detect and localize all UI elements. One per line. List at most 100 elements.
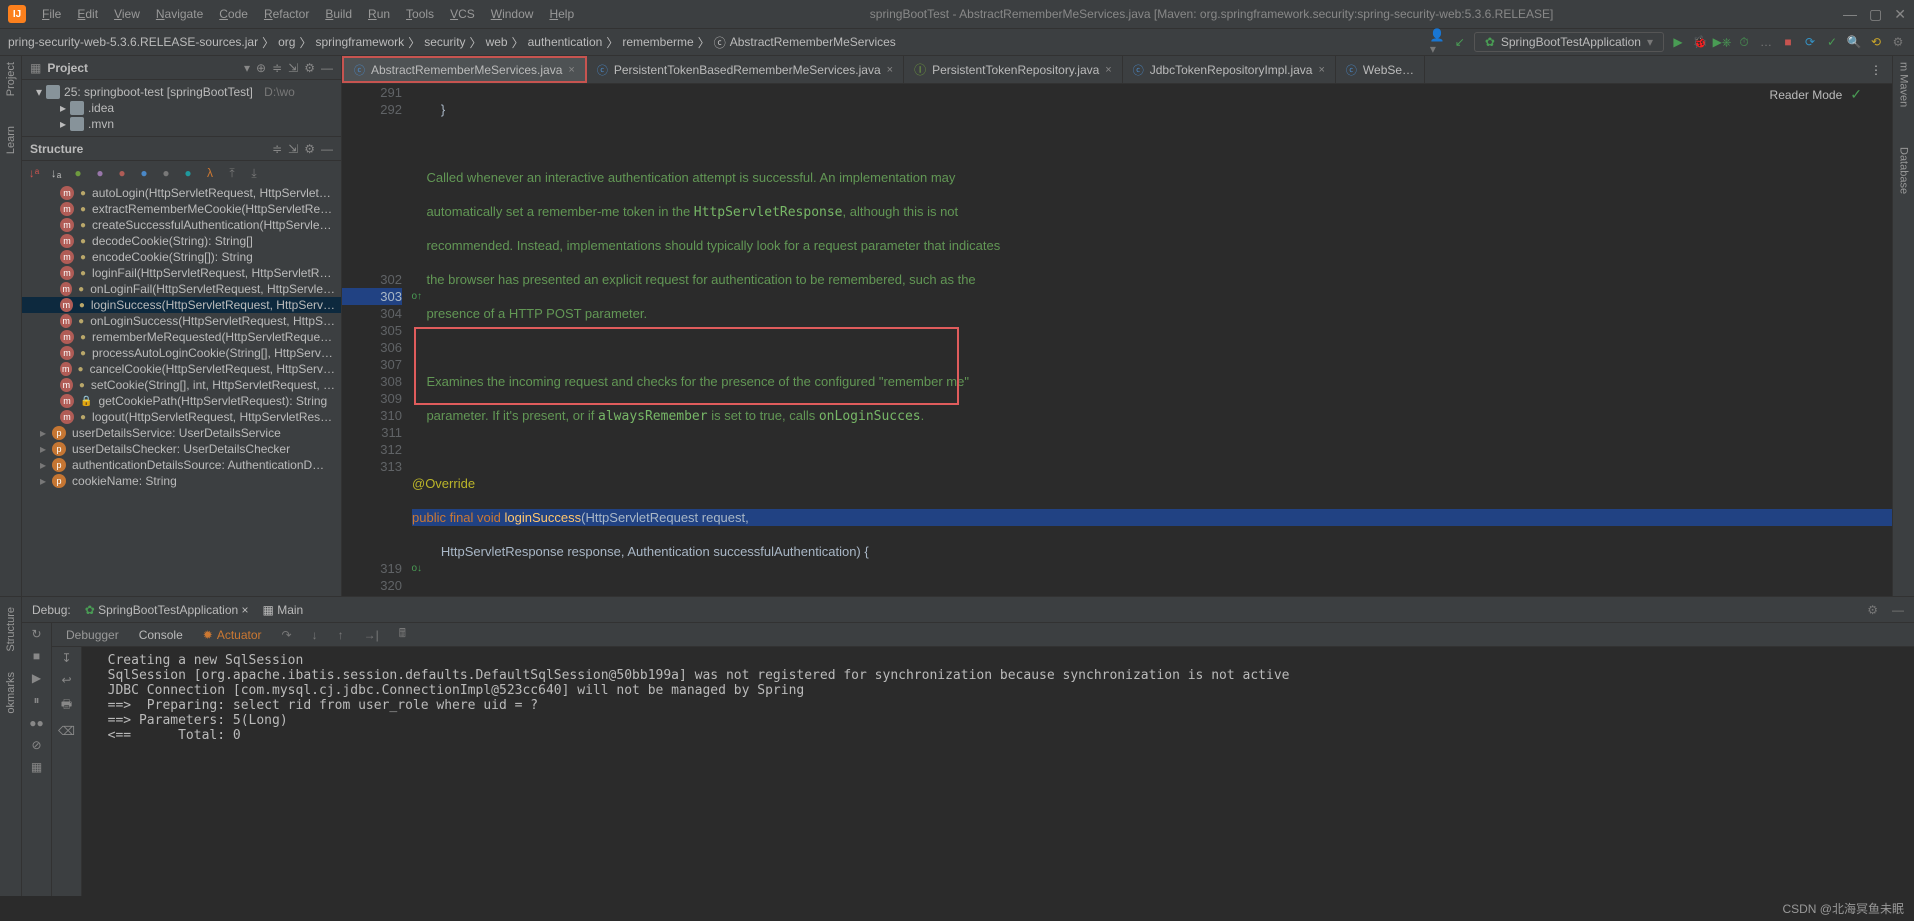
structure-method[interactable]: m●createSuccessfulAuthentication(HttpSer… bbox=[22, 217, 341, 233]
show-methods-icon[interactable]: ● bbox=[114, 165, 130, 181]
run-button[interactable]: ▶ bbox=[1670, 34, 1686, 50]
close-tab-icon[interactable]: × bbox=[1105, 64, 1111, 76]
structure-method[interactable]: m●encodeCookie(String[]): String bbox=[22, 249, 341, 265]
sort-icon[interactable]: ↓ᵃ bbox=[26, 165, 42, 181]
tabs-dropdown[interactable]: ⋮ bbox=[1860, 56, 1892, 83]
source[interactable]: } Called whenever an interactive authent… bbox=[412, 84, 1892, 596]
structure-field[interactable]: ▸pcookieName: String bbox=[22, 473, 341, 489]
print-icon[interactable]: 🖶 bbox=[61, 695, 72, 716]
run-config-selector[interactable]: ✿ SpringBootTestApplication ▾ bbox=[1474, 32, 1664, 52]
rerun-button[interactable]: ↻ bbox=[31, 627, 41, 641]
attach-button[interactable]: … bbox=[1758, 34, 1774, 50]
debug-session-tab[interactable]: ▦ Main bbox=[263, 603, 304, 617]
stop-button[interactable]: ■ bbox=[33, 649, 40, 663]
structure-field[interactable]: ▸puserDetailsChecker: UserDetailsChecker bbox=[22, 441, 341, 457]
settings-icon[interactable]: ⚙ bbox=[1890, 34, 1906, 50]
show-anon-icon[interactable]: ● bbox=[158, 165, 174, 181]
tool-learn[interactable]: Learn bbox=[5, 126, 17, 154]
hide-icon[interactable]: — bbox=[321, 142, 333, 156]
expand-icon[interactable]: ⇲ bbox=[288, 142, 298, 156]
close-tab-icon[interactable]: × bbox=[1318, 64, 1324, 76]
tab-debugger[interactable]: Debugger bbox=[66, 628, 119, 642]
step-into-icon[interactable]: ↓ bbox=[312, 628, 318, 642]
tab[interactable]: ⓒWebSe… bbox=[1336, 56, 1425, 83]
show-fields-icon[interactable]: ● bbox=[70, 165, 86, 181]
search-icon[interactable]: 🔍 bbox=[1846, 34, 1862, 50]
tool-maven[interactable]: m Maven bbox=[1898, 62, 1910, 107]
crumb[interactable]: security bbox=[424, 35, 465, 49]
tool-database[interactable]: Database bbox=[1898, 147, 1910, 194]
view-breakpoints-button[interactable]: ●● bbox=[29, 716, 44, 730]
gear-icon[interactable]: ⚙ bbox=[304, 142, 315, 156]
tool-bookmarks[interactable]: okmarks bbox=[5, 672, 17, 714]
tab-console[interactable]: Console bbox=[139, 628, 183, 642]
tab-actuator[interactable]: ✹Actuator bbox=[203, 628, 262, 642]
structure-method[interactable]: m●setCookie(String[], int, HttpServletRe… bbox=[22, 377, 341, 393]
tab-active[interactable]: ⓒAbstractRememberMeServices.java× bbox=[342, 56, 587, 83]
menu-file[interactable]: File bbox=[36, 5, 67, 23]
structure-method[interactable]: m●rememberMeRequested(HttpServletReque… bbox=[22, 329, 341, 345]
show-props-icon[interactable]: ● bbox=[92, 165, 108, 181]
structure-method[interactable]: m●decodeCookie(String): String[] bbox=[22, 233, 341, 249]
structure-method[interactable]: m●loginFail(HttpServletRequest, HttpServ… bbox=[22, 265, 341, 281]
structure-field[interactable]: ▸puserDetailsService: UserDetailsService bbox=[22, 425, 341, 441]
menu-code[interactable]: Code bbox=[213, 5, 254, 23]
tool-structure[interactable]: Structure bbox=[5, 607, 17, 652]
crumb[interactable]: AbstractRememberMeServices bbox=[730, 35, 896, 49]
crumb[interactable]: authentication bbox=[528, 35, 603, 49]
autoscroll-from-icon[interactable]: ⤓ bbox=[246, 165, 262, 181]
structure-method[interactable]: m🔒getCookiePath(HttpServletRequest): Str… bbox=[22, 393, 341, 409]
collapse-icon[interactable]: ≑ bbox=[272, 61, 282, 75]
coverage-button[interactable]: ▶⎈ bbox=[1714, 34, 1730, 50]
console-output[interactable]: Creating a new SqlSession SqlSession [or… bbox=[82, 647, 1914, 896]
menu-view[interactable]: View bbox=[108, 5, 146, 23]
layout-button[interactable]: ▦ bbox=[31, 760, 42, 774]
commit-icon[interactable]: ✓ bbox=[1824, 34, 1840, 50]
soft-wrap-icon[interactable]: ↩ bbox=[61, 673, 71, 687]
structure-method[interactable]: m●loginSuccess(HttpServletRequest, HttpS… bbox=[22, 297, 341, 313]
crumb[interactable]: rememberme bbox=[622, 35, 693, 49]
structure-method[interactable]: m●processAutoLoginCookie(String[], HttpS… bbox=[22, 345, 341, 361]
crumb[interactable]: web bbox=[486, 35, 508, 49]
menu-build[interactable]: Build bbox=[319, 5, 358, 23]
expand-icon[interactable]: ⇲ bbox=[288, 61, 298, 75]
menu-refactor[interactable]: Refactor bbox=[258, 5, 315, 23]
resume-button[interactable]: ▶ bbox=[32, 671, 41, 685]
run-to-cursor-icon[interactable]: →| bbox=[364, 628, 379, 642]
menu-vcs[interactable]: VCS bbox=[444, 5, 481, 23]
lambda-icon[interactable]: λ bbox=[202, 165, 218, 181]
breadcrumb[interactable]: pring-security-web-5.3.6.RELEASE-sources… bbox=[8, 34, 896, 51]
structure-method[interactable]: m●autoLogin(HttpServletRequest, HttpServ… bbox=[22, 185, 341, 201]
collapse-icon[interactable]: ≑ bbox=[272, 142, 282, 156]
autoscroll-icon[interactable]: ⤒ bbox=[224, 165, 240, 181]
crumb[interactable]: springframework bbox=[315, 35, 404, 49]
project-root[interactable]: 25: springboot-test [springBootTest] bbox=[64, 85, 253, 99]
gear-icon[interactable]: ⚙ bbox=[1867, 603, 1878, 617]
debug-button[interactable]: 🐞 bbox=[1692, 34, 1708, 50]
structure-field[interactable]: ▸pauthenticationDetailsSource: Authentic… bbox=[22, 457, 341, 473]
code-area[interactable]: 291292302303o↑30430530630730830931031131… bbox=[342, 84, 1892, 596]
scroll-to-end-icon[interactable]: ↧ bbox=[61, 651, 71, 665]
step-over-icon[interactable]: ↷ bbox=[282, 628, 292, 642]
structure-method[interactable]: m●onLoginSuccess(HttpServletRequest, Htt… bbox=[22, 313, 341, 329]
close-tab-icon[interactable]: × bbox=[568, 64, 574, 76]
tab[interactable]: ⓒJdbcTokenRepositoryImpl.java× bbox=[1123, 56, 1336, 83]
structure-method[interactable]: m●logout(HttpServletRequest, HttpServlet… bbox=[22, 409, 341, 425]
project-tree[interactable]: ▾25: springboot-test [springBootTest] D:… bbox=[22, 80, 341, 137]
sort-vis-icon[interactable]: ↓ₐ bbox=[48, 165, 64, 181]
mute-breakpoints-button[interactable]: ⊘ bbox=[31, 738, 41, 752]
git-icon[interactable]: ⟳ bbox=[1802, 34, 1818, 50]
filter-icon[interactable]: ● bbox=[180, 165, 196, 181]
structure-method[interactable]: m●cancelCookie(HttpServletRequest, HttpS… bbox=[22, 361, 341, 377]
show-inherited-icon[interactable]: ● bbox=[136, 165, 152, 181]
chevron-down-icon[interactable]: ▾ bbox=[244, 61, 250, 75]
tree-node[interactable]: .idea bbox=[88, 101, 114, 115]
maximize-icon[interactable]: ▢ bbox=[1869, 6, 1882, 23]
pause-button[interactable]: ⏸ bbox=[33, 693, 39, 708]
crumb[interactable]: pring-security-web-5.3.6.RELEASE-sources… bbox=[8, 35, 258, 49]
profile-button[interactable]: ⏱ bbox=[1736, 34, 1752, 50]
debug-session-tab[interactable]: ✿ SpringBootTestApplication × bbox=[85, 603, 249, 617]
tree-node[interactable]: .mvn bbox=[88, 117, 114, 131]
evaluate-icon[interactable]: 🖩 bbox=[399, 624, 406, 645]
stop-button[interactable]: ■ bbox=[1780, 34, 1796, 50]
